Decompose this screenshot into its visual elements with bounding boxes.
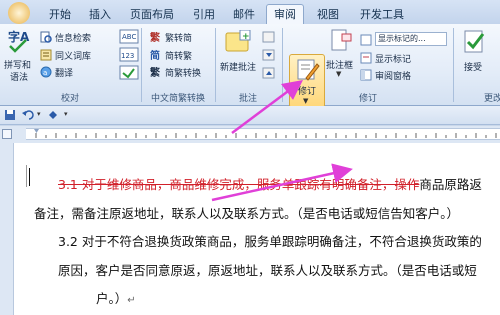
research-button[interactable]: 信息检索 — [40, 30, 98, 44]
customize-toolbar-icon[interactable]: ▾ — [64, 110, 68, 118]
change-bar — [26, 165, 27, 187]
normal-text: 商品原路返 — [419, 177, 482, 192]
svg-text:繁: 繁 — [150, 31, 161, 43]
comment-nav-icons[interactable] — [262, 30, 276, 86]
translate-button[interactable]: a 翻译 — [40, 65, 98, 79]
quick-access-toolbar: ▾ ▾ — [0, 106, 500, 125]
chevron-down-icon: ▼ — [336, 70, 342, 78]
comments-group-label: 批注 — [238, 94, 257, 104]
reviewing-pane-label: 审阅窗格 — [375, 72, 412, 82]
tab-review[interactable]: 审阅 — [266, 4, 304, 25]
group-divider — [282, 28, 283, 102]
proofing-group-label: 校对 — [60, 94, 79, 104]
chinese-conversion-group-label: 中文简繁转换 — [150, 94, 205, 104]
new-comment-icon[interactable]: + — [224, 30, 252, 56]
show-markup-button[interactable]: 显示标记 — [360, 51, 440, 65]
show-markup-icon — [360, 52, 372, 64]
display-for-review-dropdown[interactable]: 显示标记的... — [375, 32, 447, 46]
tab-mailings[interactable]: 邮件 — [228, 6, 260, 24]
paragraph-line-3[interactable]: 3.2 对于不符合退换货政策商品，服务单跟踪明确备注，不符合退换货政策的 — [58, 233, 482, 251]
tracking-group-label: 修订 — [358, 94, 377, 104]
vertical-ruler — [0, 143, 14, 315]
tab-page-layout[interactable]: 页面布局 — [124, 6, 180, 24]
redo-icon[interactable] — [47, 109, 59, 121]
file-button-edge[interactable] — [8, 2, 32, 24]
to-simplified-label: 繁转简 — [165, 34, 193, 44]
tab-view[interactable]: 视图 — [312, 6, 344, 24]
research-label: 信息检索 — [55, 34, 92, 44]
group-divider — [453, 28, 454, 102]
accept-label[interactable]: 接受 — [464, 60, 482, 73]
changes-group-label: 更改 — [483, 94, 500, 104]
spelling-grammar-icon: 字A — [8, 29, 30, 53]
conversion-label: 简繁转换 — [165, 69, 202, 79]
spelling-label-2[interactable]: 语法 — [10, 70, 28, 83]
svg-text:+: + — [242, 32, 250, 42]
conversion-button[interactable]: 繁 简繁转换 — [150, 65, 212, 79]
display-for-review-value: 显示标记的... — [378, 34, 426, 43]
document-page[interactable]: 3.1 对于维修商品，商品维修完成，服务单跟踪有明确备注，操作商品原路返 备注，… — [0, 143, 500, 315]
ribbon: 字A 拼写和 语法 信息检索 同义词库 a 翻译 ABC 123 校对 繁 繁转… — [0, 24, 500, 108]
research-icon — [40, 31, 52, 43]
traditional-to-simplified-icon: 繁 — [150, 31, 161, 43]
tab-references[interactable]: 引用 — [188, 6, 220, 24]
paragraph-line-4[interactable]: 原因，客户是否同意原返，原返地址，联系人以及联系方式。（是否电话或短 — [58, 262, 477, 280]
paragraph-mark-icon: ↵ — [127, 295, 136, 306]
to-traditional-button[interactable]: 简 简转繁 — [150, 48, 212, 62]
translate-icon: a — [40, 66, 52, 78]
tab-developer[interactable]: 开发工具 — [352, 6, 412, 24]
tab-home[interactable]: 开始 — [44, 6, 76, 24]
reviewing-pane-icon — [360, 69, 372, 81]
thesaurus-label: 同义词库 — [55, 52, 92, 62]
svg-text:ABC: ABC — [122, 33, 136, 41]
ruler-ticks — [34, 129, 497, 138]
new-comment-label[interactable]: 新建批注 — [220, 60, 256, 73]
track-changes-icon — [297, 59, 320, 81]
simplified-to-traditional-icon: 简 — [150, 49, 160, 61]
tab-insert[interactable]: 插入 — [84, 6, 116, 24]
word-count-icons[interactable]: ABC 123 — [118, 28, 142, 88]
horizontal-ruler — [0, 126, 500, 143]
svg-text:123: 123 — [121, 52, 134, 60]
paragraph-line-2[interactable]: 备注，需备注原返地址，联系人以及联系方式。（是否电话或短信告知客户。） — [34, 205, 459, 223]
translate-label: 翻译 — [55, 69, 74, 79]
svg-text:字A: 字A — [8, 29, 30, 44]
paragraph-line-1[interactable]: 3.1 对于维修商品，商品维修完成，服务单跟踪有明确备注，操作商品原路返 — [58, 176, 482, 194]
to-traditional-label: 简转繁 — [165, 52, 193, 62]
thesaurus-button[interactable]: 同义词库 — [40, 48, 98, 62]
ruler-scale — [26, 128, 500, 140]
show-markup-label: 显示标记 — [375, 55, 412, 65]
conversion-icon: 繁 — [150, 66, 161, 78]
display-review-icon — [360, 34, 372, 46]
svg-text:a: a — [43, 69, 47, 77]
thesaurus-icon — [40, 49, 52, 61]
svg-text:繁: 繁 — [150, 66, 161, 78]
ribbon-tabs: 开始 插入 页面布局 引用 邮件 审阅 视图 开发工具 — [0, 0, 500, 25]
undo-icon[interactable] — [22, 109, 36, 121]
balloons-icon[interactable] — [330, 28, 352, 54]
save-icon[interactable] — [4, 109, 16, 121]
deleted-text: 3.1 对于维修商品，商品维修完成，服务单跟踪有明确备注，操作 — [58, 177, 420, 192]
accept-icon[interactable] — [462, 28, 488, 56]
svg-text:简: 简 — [150, 49, 160, 61]
office-button[interactable] — [8, 2, 30, 24]
tab-selector[interactable] — [2, 129, 12, 139]
text-cursor — [29, 168, 30, 186]
reviewing-pane-button[interactable]: 审阅窗格 — [360, 68, 440, 82]
to-simplified-button[interactable]: 繁 繁转简 — [150, 30, 212, 44]
undo-dropdown-icon[interactable]: ▾ — [37, 110, 41, 118]
paragraph-line-5[interactable]: 户。）↵ — [96, 290, 136, 310]
paragraph-line-5-text: 户。） — [96, 291, 128, 306]
